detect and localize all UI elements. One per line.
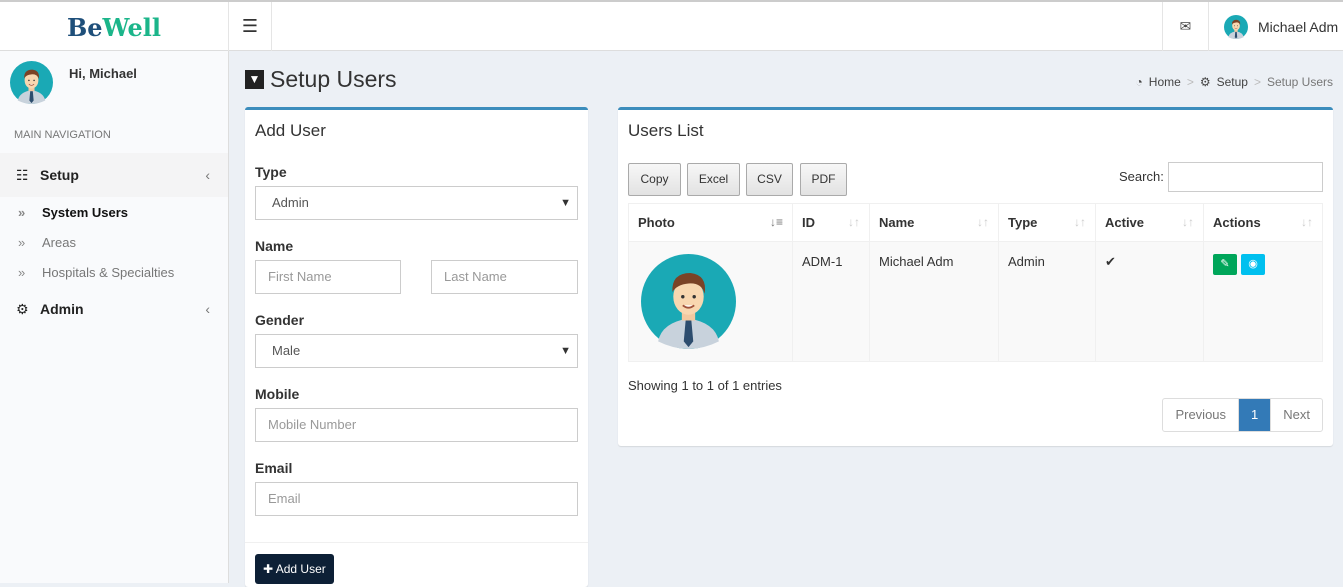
mail-icon[interactable]: ✉ [1162,2,1208,51]
top-navbar: BeWell ☰ ✉ Michael Adm [0,0,1343,51]
type-select[interactable]: Admin ▼ [255,186,578,220]
users-table: Photo ↓≡ ID ↓↑ Name ↓↑ Type ↓↑ Active ↓↑ Acti… [628,203,1323,362]
sort-icon: ↓↑ [1074,215,1086,229]
add-user-button[interactable]: ✚ Add User [255,554,334,584]
name-label: Name [255,238,294,254]
copy-button[interactable]: Copy [628,163,681,196]
chevron-down-icon: ▼ [560,345,571,357]
next-button[interactable]: Next [1271,399,1322,431]
check-icon: ✔ [1095,241,1204,362]
tie-icon: ▼ [245,70,264,89]
greeting: Hi, Michael [69,66,137,81]
user-photo [641,254,736,349]
page-title: ▼ Setup Users [245,66,397,93]
nav-header: MAIN NAVIGATION [14,129,111,141]
chevron-down-icon: ▼ [560,197,571,209]
gender-select[interactable]: Male ▼ [255,334,578,368]
pdf-button[interactable]: PDF [800,163,847,196]
sidebar-item-hospitals[interactable]: » Hospitals & Specialties [0,257,228,287]
view-button[interactable]: ◉ [1241,254,1265,275]
search-label: Search: [1119,169,1164,184]
page-1-button[interactable]: 1 [1239,399,1272,431]
user-menu[interactable]: Michael Adm [1208,2,1343,51]
mobile-label: Mobile [255,386,300,402]
edit-button[interactable]: ✎ [1213,254,1237,275]
sort-icon: ↓↑ [1301,215,1313,229]
last-name-input[interactable]: Last Name [431,260,578,294]
breadcrumb-setup[interactable]: Setup [1217,75,1248,89]
users-list-panel: Users List Copy Excel CSV PDF Search: Ph… [618,107,1333,446]
sidebar-item-areas[interactable]: » Areas [0,227,228,257]
cell-name: Michael Adm [869,241,999,362]
sort-icon: ↓↑ [977,215,989,229]
double-chevron-icon: » [18,234,26,250]
avatar [1224,15,1248,39]
sliders-icon: ☷ [16,166,29,183]
search-input[interactable] [1168,162,1323,192]
breadcrumb: ◔ Home > ⚙ Setup > Setup Users [1135,75,1333,89]
cell-id: ADM-1 [792,241,870,362]
mobile-input[interactable]: Mobile Number [255,408,578,442]
breadcrumb-current: Setup Users [1266,75,1333,89]
pagination: Previous 1 Next [1162,398,1323,432]
column-actions[interactable]: Actions ↓↑ [1203,203,1323,242]
cell-type: Admin [998,241,1096,362]
type-label: Type [255,164,287,180]
excel-button[interactable]: Excel [687,163,740,196]
table-row: ADM-1 Michael Adm Admin ✔ ✎ ◉ [628,241,1323,362]
divider [245,542,588,543]
breadcrumb-home[interactable]: Home [1149,75,1181,89]
add-user-panel: Add User Type Admin ▼ Name First Name Las… [245,107,588,587]
column-name[interactable]: Name ↓↑ [869,203,999,242]
sort-icon: ↓↑ [848,215,860,229]
sidebar-item-setup[interactable]: ☷ Setup ‹ [0,153,228,197]
email-label: Email [255,460,293,476]
sort-icon: ↓↑ [1182,215,1194,229]
sidebar-item-admin[interactable]: ⚙ Admin ‹ [0,287,228,331]
panel-title: Users List [628,121,704,140]
gear-icon: ⚙ [16,300,29,317]
column-photo[interactable]: Photo ↓≡ [628,203,793,242]
panel-title: Add User [255,121,326,140]
logo[interactable]: BeWell [0,2,229,51]
gear-icon: ⚙ [1199,75,1211,89]
column-type[interactable]: Type ↓↑ [998,203,1096,242]
email-input[interactable]: Email [255,482,578,516]
chevron-left-icon: ‹ [205,167,210,183]
chevron-left-icon: ‹ [205,301,210,317]
column-id[interactable]: ID ↓↑ [792,203,870,242]
table-info: Showing 1 to 1 of 1 entries [628,378,782,393]
first-name-input[interactable]: First Name [255,260,401,294]
sort-desc-icon: ↓≡ [769,215,783,229]
sidebar-toggle-menu-icon[interactable]: ☰ [229,2,272,51]
plus-icon: ✚ [263,562,274,576]
column-active[interactable]: Active ↓↑ [1095,203,1204,242]
sidebar-item-system-users[interactable]: » System Users [0,197,228,227]
double-chevron-icon: » [18,264,26,280]
avatar [10,61,53,104]
previous-button[interactable]: Previous [1163,399,1240,431]
sidebar: Hi, Michael MAIN NAVIGATION ☷ Setup ‹ » Sys… [0,51,229,583]
csv-button[interactable]: CSV [746,163,793,196]
double-chevron-icon: » [18,204,26,220]
dashboard-icon: ◔ [1135,75,1143,89]
user-name: Michael Adm [1258,18,1339,35]
gender-label: Gender [255,312,305,328]
